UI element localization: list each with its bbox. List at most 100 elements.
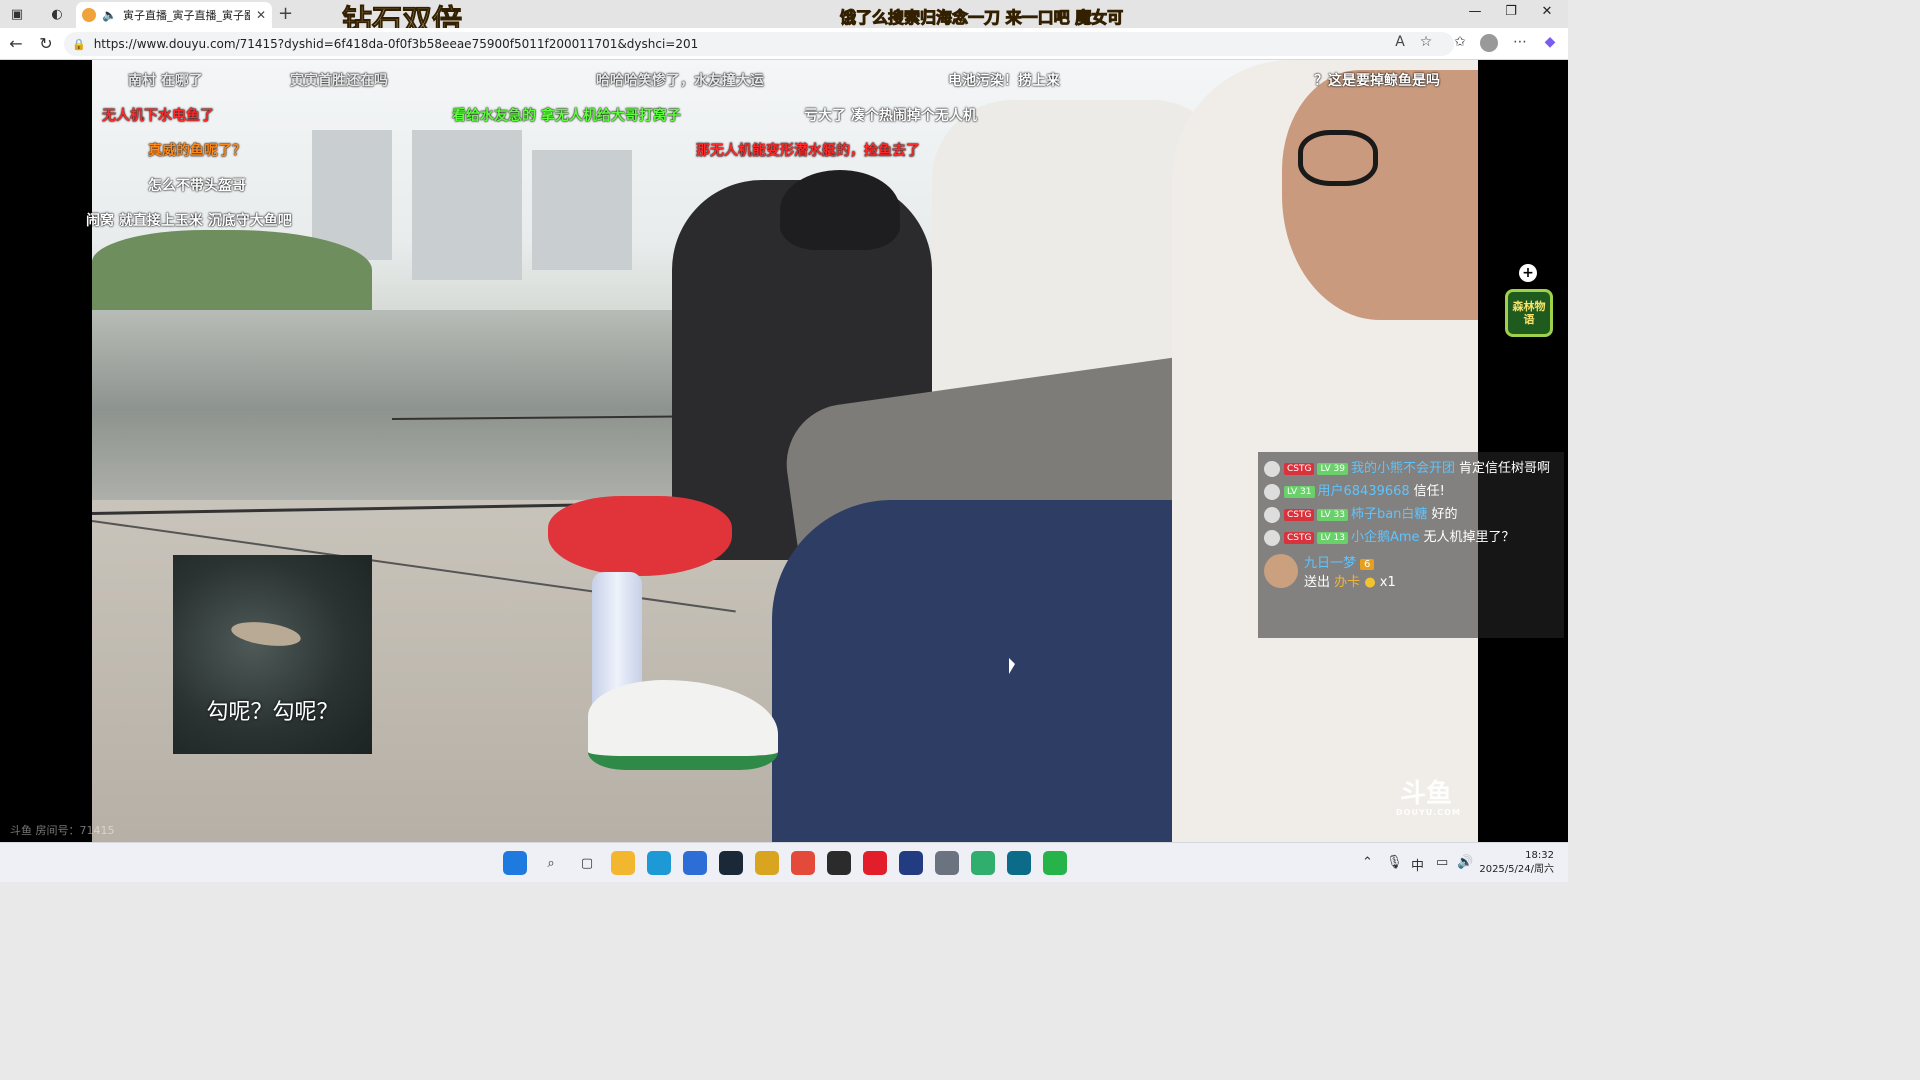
microphone-icon[interactable]: 🎙: [1386, 855, 1403, 870]
fan-badge: CSTG: [1284, 462, 1315, 475]
wechat-icon[interactable]: [1043, 851, 1067, 875]
game-app-icon[interactable]: [755, 851, 779, 875]
close-tab-icon[interactable]: ✕: [256, 8, 266, 22]
tray-chevron-icon[interactable]: ⌃: [1362, 855, 1373, 870]
forest-badge[interactable]: 森林物语: [1505, 289, 1553, 337]
add-widget-button[interactable]: +: [1519, 264, 1537, 282]
minimize-icon[interactable]: —: [1460, 4, 1490, 19]
chat-username[interactable]: 我的小熊不会开团: [1351, 461, 1455, 476]
back-icon[interactable]: ←: [6, 34, 26, 53]
overlay-title-right: 饿了么搜索归海念一刀 来一口吧 魔女可: [839, 8, 1124, 28]
start-icon[interactable]: [503, 851, 527, 875]
danmaku-comment: 寅寅首胜还在吗: [290, 73, 388, 89]
gift-prefix: 送出: [1304, 575, 1331, 590]
read-aloud-icon[interactable]: A: [1390, 34, 1410, 50]
building: [412, 130, 522, 280]
level-badge: LV 13: [1317, 531, 1348, 544]
address-bar: ← ↻ 🔒 https://www.douyu.com/71415?dyshid…: [0, 28, 1568, 60]
ime-indicator[interactable]: 中: [1411, 855, 1424, 874]
clock[interactable]: 18:32 2025/5/24/周六: [1479, 849, 1554, 877]
chat-username[interactable]: 用户68439668: [1318, 484, 1410, 499]
app-e-icon[interactable]: [827, 851, 851, 875]
pinned-tab-icon[interactable]: ◐: [46, 4, 68, 24]
profile-avatar[interactable]: [1480, 34, 1498, 52]
danmaku-comment: 真威的鱼呢了？: [148, 143, 246, 159]
glasses: [1298, 130, 1378, 186]
chat-text: 好的: [1431, 507, 1458, 522]
search-icon[interactable]: ⌕: [539, 851, 563, 875]
danmaku-comment: 无人机下水电鱼了: [102, 108, 214, 124]
refresh-icon[interactable]: ↻: [36, 34, 56, 53]
file-explorer-icon[interactable]: [611, 851, 635, 875]
mouse-cursor-icon: [1009, 658, 1015, 674]
display-icon[interactable]: ▭: [1436, 855, 1448, 870]
avatar: [1264, 530, 1280, 546]
close-window-icon[interactable]: ✕: [1532, 4, 1562, 19]
chat-text: 无人机掉里了？: [1423, 530, 1515, 545]
chat-message: CSTG LV 13 小企鹅Ame 无人机掉里了？: [1264, 529, 1558, 546]
danmaku-comment: 那无人机能变形潜水艇的，捡鱼去了: [696, 143, 920, 159]
chat-username[interactable]: 柿子ban白糖: [1351, 507, 1427, 522]
edge-icon[interactable]: [647, 851, 671, 875]
avatar: [1264, 461, 1280, 477]
fish: [229, 618, 303, 650]
danmaku-comment: ？这是要掉鲸鱼是吗: [1314, 73, 1440, 89]
room-number: 斗鱼 房间号：71415: [10, 824, 115, 837]
app-blue-icon[interactable]: [899, 851, 923, 875]
level-badge: LV 33: [1317, 508, 1348, 521]
settings-icon[interactable]: [935, 851, 959, 875]
bucket-hat: [780, 170, 900, 250]
level-badge: LV 31: [1284, 485, 1315, 498]
app-red-icon[interactable]: [791, 851, 815, 875]
speaker-icon[interactable]: 🔈: [102, 8, 117, 22]
taskbar: ⌕ ▢ ⌃ 🎙 中 ▭ 🔊 18:32 2025/5/24/周六: [0, 842, 1568, 882]
trees: [92, 230, 372, 310]
gift-message: 九日一梦 6 送出 办卡 ● x1: [1264, 552, 1558, 590]
chat-text: 信任!: [1413, 484, 1445, 499]
tab-title: 寅子直播_寅子直播_寅子鄙: [122, 9, 250, 22]
copilot-icon[interactable]: ◆: [1540, 34, 1560, 50]
tab-actions-icon[interactable]: ▣: [6, 4, 28, 24]
lock-icon: 🔒: [72, 37, 86, 51]
more-menu-icon[interactable]: ⋯: [1510, 34, 1530, 50]
steam-icon[interactable]: [719, 851, 743, 875]
chat-overlay: CSTG LV 39 我的小熊不会开团 肯定信任树哥啊 LV 31 用户68439668…: [1258, 452, 1564, 638]
avatar: [1264, 484, 1280, 500]
netease-music-icon[interactable]: [863, 851, 887, 875]
avatar: [1264, 507, 1280, 523]
gift-item: 办卡: [1334, 575, 1361, 590]
building: [532, 150, 632, 270]
fan-badge: CSTG: [1284, 508, 1315, 521]
tab-bar: ▣ ◐ 🔈 寅子直播_寅子直播_寅子鄙 ✕ + 钻石双倍 饿了么搜索归海念一刀 …: [0, 0, 1568, 40]
chat-message: LV 31 用户68439668 信任!: [1264, 483, 1558, 500]
gift-count: x1: [1379, 575, 1396, 590]
level-badge: LV 39: [1317, 462, 1348, 475]
danmaku-comment: 看给水友急的 拿无人机给大哥打窝子: [452, 108, 681, 124]
face: [1282, 70, 1478, 320]
app-teal-icon[interactable]: [1007, 851, 1031, 875]
danmaku-comment: 哈哈哈笑惨了，水友撞大运: [596, 73, 764, 89]
url-field[interactable]: 🔒 https://www.douyu.com/71415?dyshid=6f4…: [64, 32, 1454, 56]
date-text: 2025/5/24/周六: [1479, 864, 1554, 875]
chat-username[interactable]: 小企鹅Ame: [1351, 530, 1420, 545]
fan-badge: CSTG: [1284, 531, 1315, 544]
restore-icon[interactable]: ❐: [1496, 4, 1526, 19]
favorite-star-icon[interactable]: ☆: [1416, 34, 1436, 50]
douyu-favicon-icon: [82, 8, 96, 22]
chat-message: CSTG LV 33 柿子ban白糖 好的: [1264, 506, 1558, 523]
douyu-watermark: 斗鱼 DOUYU.COM: [1396, 779, 1461, 817]
danmaku-comment: 怎么不带头盔哥: [148, 178, 246, 194]
favorites-icon[interactable]: ✩: [1450, 34, 1470, 50]
app-green-icon[interactable]: [971, 851, 995, 875]
volume-icon[interactable]: 🔊: [1457, 855, 1473, 870]
tab-active[interactable]: 🔈 寅子直播_寅子直播_寅子鄙 ✕: [76, 2, 272, 28]
red-basin: [548, 496, 732, 576]
store-icon[interactable]: [683, 851, 707, 875]
new-tab-button[interactable]: +: [278, 3, 293, 24]
danmaku-comment: 南村 在哪了: [128, 73, 203, 89]
task-view-icon[interactable]: ▢: [575, 851, 599, 875]
coin-icon: ●: [1364, 575, 1376, 590]
video-player[interactable]: 南村 在哪了 寅寅首胜还在吗 哈哈哈笑惨了，水友撞大运 电池污染！捞上来 ？这是…: [0, 60, 1568, 842]
url-text: https://www.douyu.com/71415?dyshid=6f418…: [93, 37, 699, 51]
gift-username[interactable]: 九日一梦: [1304, 556, 1356, 571]
